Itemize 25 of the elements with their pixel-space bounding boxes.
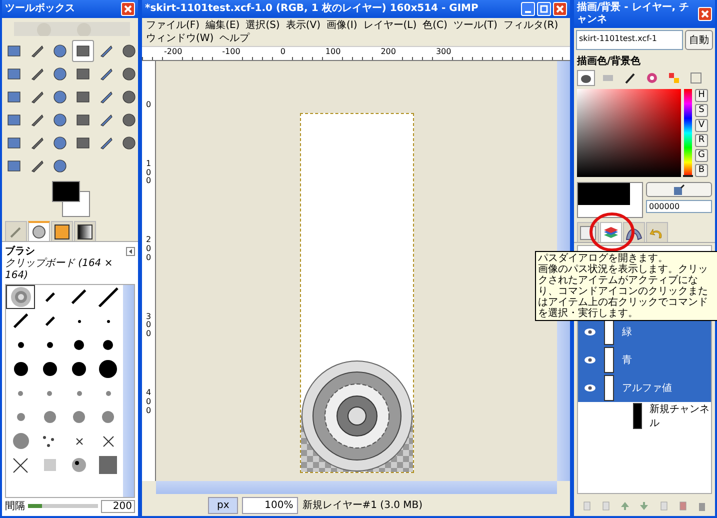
channel-name: 青 bbox=[622, 354, 632, 367]
channel-name: アルファ値 bbox=[622, 382, 672, 395]
ruler-label: -100 bbox=[222, 47, 240, 60]
ruler-label: 100 bbox=[325, 47, 341, 60]
tooltip-text: 画像のパス状況を表示します。クリックされたアイテムがアクティブになり、コマンドアイコンのクリックまたはアイテム上の右クリックでコマンドを選択・実行します。 bbox=[538, 264, 709, 319]
ruler-label: 300 bbox=[436, 47, 452, 60]
window-title: 描画/背景 - レイヤー, チャンネ bbox=[577, 2, 690, 26]
brush-name: クリップボード (164 × 164) bbox=[5, 258, 114, 282]
tooltip-title: パスダイアログを開きます。 bbox=[538, 253, 669, 264]
channel-name: 新規チャンネル bbox=[650, 402, 711, 430]
channel-name: 緑 bbox=[622, 326, 632, 339]
window-title: *skirt-1101test.xcf-1.0 (RGB, 1 枚のレイヤー) 160x514 - GIMP bbox=[145, 3, 480, 15]
status-message: 新規レイヤー#1 (3.0 MB) bbox=[302, 498, 423, 512]
ruler-label: 400 bbox=[144, 388, 152, 416]
ruler-label: 200 bbox=[144, 236, 152, 263]
ruler-label: 0 bbox=[144, 101, 152, 110]
panel-title: 描画色/背景色 bbox=[576, 54, 642, 69]
ruler-label: -200 bbox=[164, 47, 182, 60]
window-title: ツールボックス bbox=[5, 3, 76, 15]
ruler-label: 0 bbox=[280, 47, 286, 60]
spacing-label: 間隔 bbox=[5, 500, 25, 513]
panel-title: ブラシ bbox=[5, 244, 35, 258]
ruler-label: 300 bbox=[144, 312, 152, 339]
ruler-label: 100 bbox=[144, 160, 152, 186]
ruler-label: 200 bbox=[380, 47, 396, 60]
